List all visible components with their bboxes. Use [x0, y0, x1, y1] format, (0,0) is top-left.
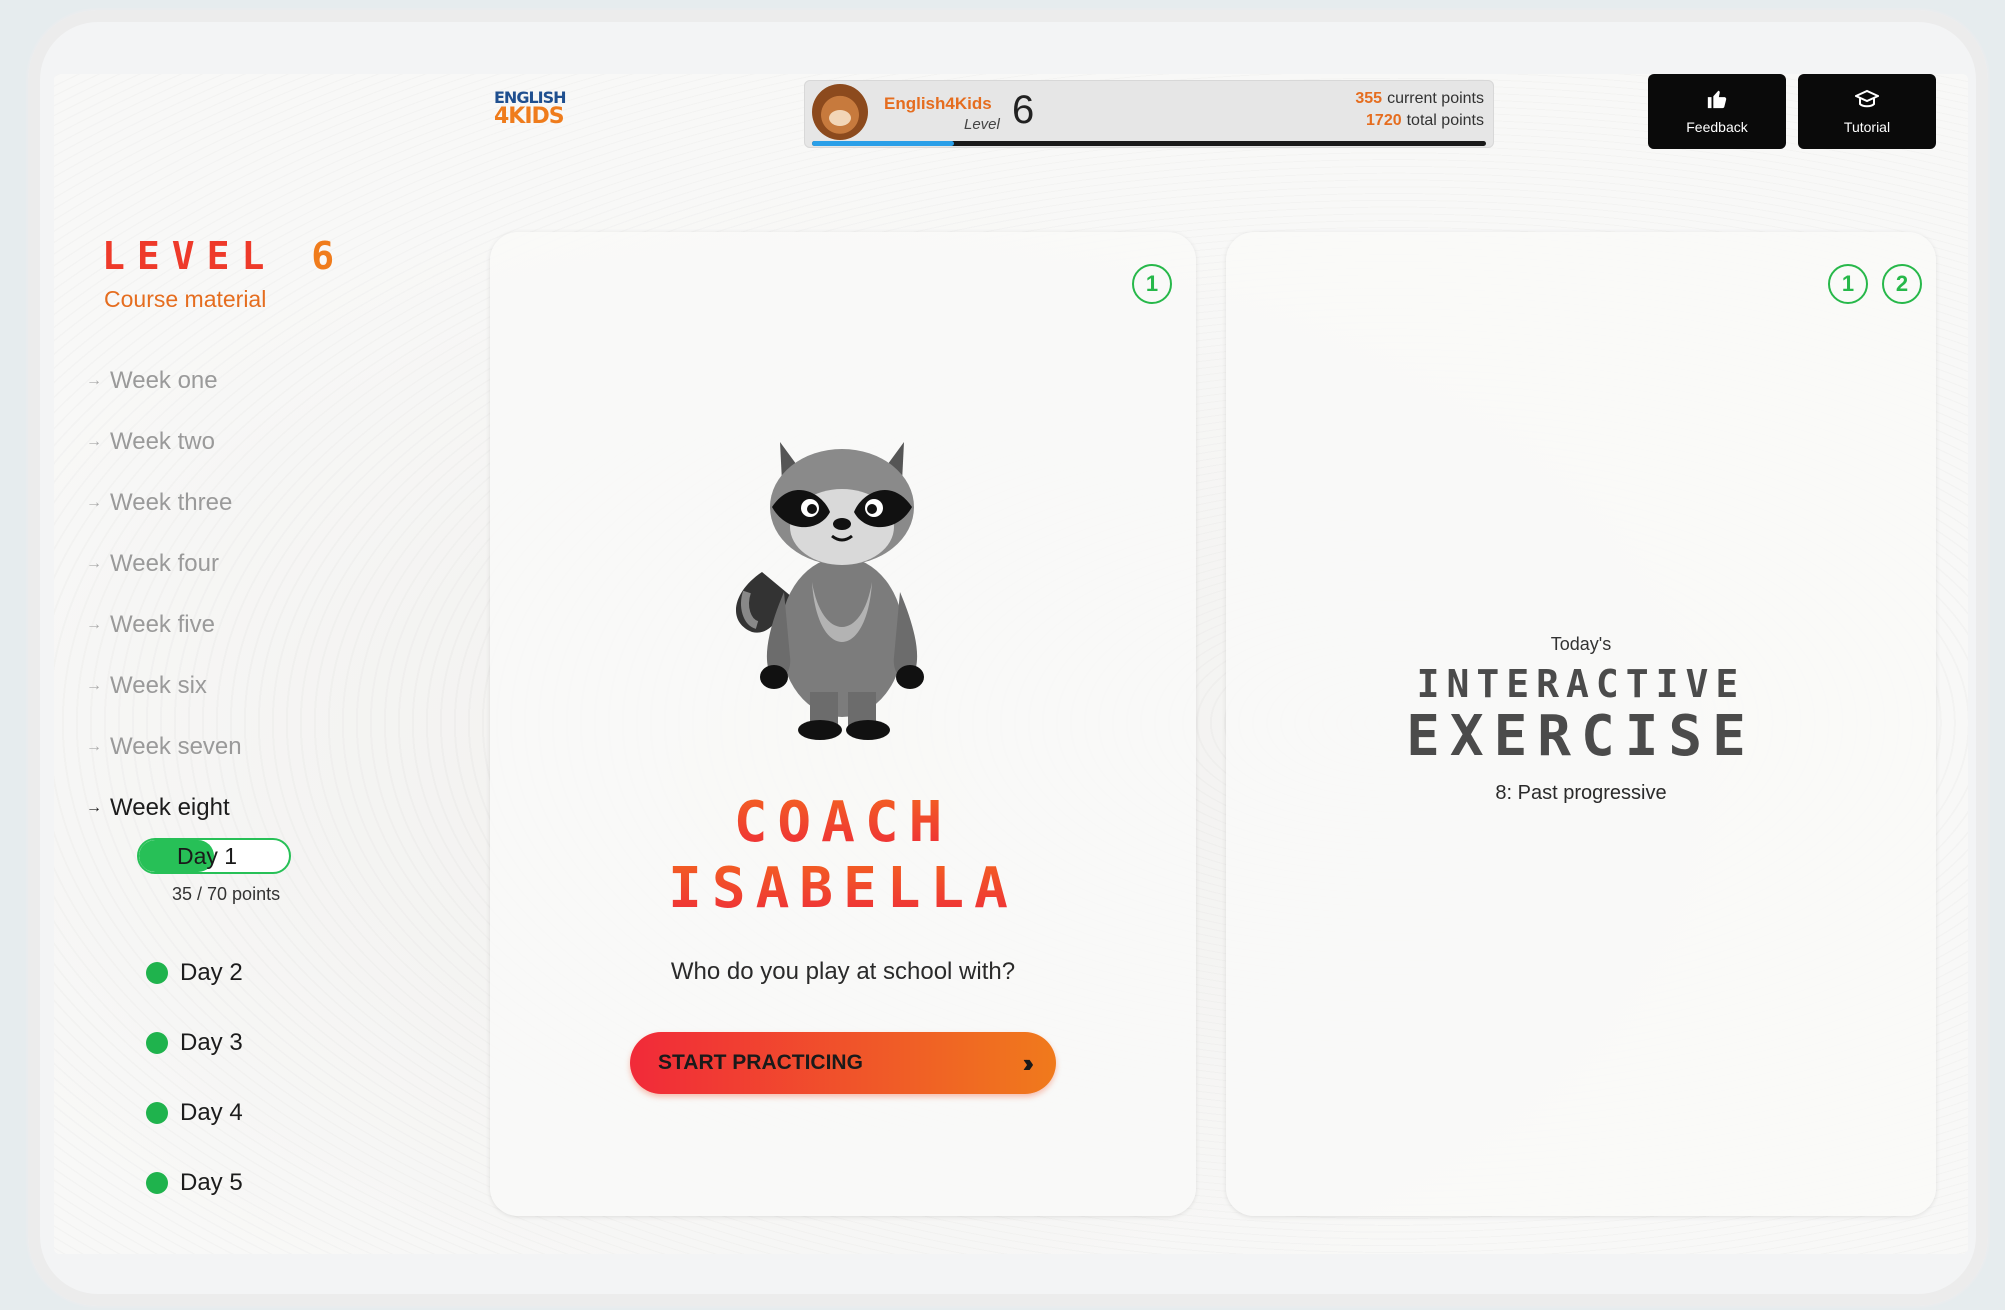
arrow-right-icon: →: [86, 432, 102, 450]
current-points: 355 current points: [1355, 90, 1484, 107]
day-1-label: Day 1: [177, 843, 238, 869]
exercise-prefix: Today's: [1550, 634, 1612, 654]
week-list: → Week one → Week two → Week three → Week fo…: [86, 350, 242, 838]
exercise-title-line-2: EXERCISE: [1406, 704, 1756, 769]
feedback-label: Feedback: [1686, 119, 1748, 135]
week-item-eight[interactable]: → Week eight: [86, 777, 242, 838]
start-practicing-button[interactable]: START PRACTICING ››: [630, 1032, 1056, 1094]
graduation-cap-icon: [1853, 88, 1881, 115]
day-item-4[interactable]: Day 4: [146, 1078, 243, 1148]
exercise-subtitle: 8: Past progressive: [1495, 782, 1667, 804]
day-1-progress-pill[interactable]: Day 1: [137, 838, 291, 874]
step-badge-2: 2: [1882, 264, 1922, 304]
total-points: 1720 total points: [1366, 112, 1484, 129]
feedback-button[interactable]: Feedback: [1648, 74, 1786, 149]
day-1-points: 35 / 70 points: [172, 884, 281, 904]
thumbs-up-icon: [1706, 88, 1728, 115]
week-item-six[interactable]: → Week six: [86, 655, 242, 716]
coach-title-line-1: COACH: [490, 790, 1196, 855]
coach-title-line-2: ISABELLA: [490, 856, 1196, 921]
day-item-2[interactable]: Day 2: [146, 938, 243, 1008]
exercise-card[interactable]: 1 2 Today's INTERACTIVE EXERCISE 8: Past…: [1226, 232, 1936, 1216]
day-list: Day 2 Day 3 Day 4 Day 5: [146, 938, 243, 1218]
week-item-three[interactable]: → Week three: [86, 472, 242, 533]
arrow-right-icon: →: [86, 676, 102, 694]
app-screen: ENGLISH 4KIDS English4Kids Level 6 355 cu…: [54, 74, 1968, 1254]
week-item-one[interactable]: → Week one: [86, 350, 242, 411]
english4kids-logo[interactable]: ENGLISH 4KIDS: [494, 90, 567, 128]
level-progress-bar: [812, 141, 1486, 146]
week-item-seven[interactable]: → Week seven: [86, 716, 242, 777]
status-dot-icon: [146, 1172, 168, 1194]
coach-card: 1 COACH ISABELLA Who do you play at scho…: [490, 232, 1196, 1216]
step-badge: 1: [1132, 264, 1172, 304]
arrow-right-icon: →: [86, 371, 102, 389]
tutorial-button[interactable]: Tutorial: [1798, 74, 1936, 149]
level-word: Level: [964, 116, 1000, 133]
double-chevron-right-icon: ››: [1022, 1047, 1035, 1078]
step-badge-1: 1: [1828, 264, 1868, 304]
start-practicing-label: START PRACTICING: [658, 1051, 863, 1074]
bear-avatar: [812, 84, 868, 140]
course-material-label: Course material: [104, 286, 267, 312]
arrow-right-icon: →: [86, 615, 102, 633]
level-progress-fill: [812, 141, 954, 146]
status-dot-icon: [146, 962, 168, 984]
week-item-two[interactable]: → Week two: [86, 411, 242, 472]
status-dot-icon: [146, 1032, 168, 1054]
day-item-3[interactable]: Day 3: [146, 1008, 243, 1078]
arrow-right-icon: →: [86, 798, 102, 816]
coach-question: Who do you play at school with?: [670, 958, 1016, 985]
raccoon-mascot-image: [722, 422, 962, 747]
level-number: 6: [1012, 88, 1035, 132]
level-progress-panel: English4Kids Level 6 355 current points 1…: [804, 80, 1494, 148]
exercise-title-line-1: INTERACTIVE: [1416, 662, 1746, 706]
week-item-five[interactable]: → Week five: [86, 594, 242, 655]
day-item-5[interactable]: Day 5: [146, 1148, 243, 1218]
arrow-right-icon: →: [86, 554, 102, 572]
arrow-right-icon: →: [86, 493, 102, 511]
status-dot-icon: [146, 1102, 168, 1124]
level-heading: LEVEL 6: [102, 234, 347, 278]
week-item-four[interactable]: → Week four: [86, 533, 242, 594]
arrow-right-icon: →: [86, 737, 102, 755]
tutorial-label: Tutorial: [1843, 119, 1891, 135]
progress-brand-name: English4Kids: [884, 94, 992, 113]
